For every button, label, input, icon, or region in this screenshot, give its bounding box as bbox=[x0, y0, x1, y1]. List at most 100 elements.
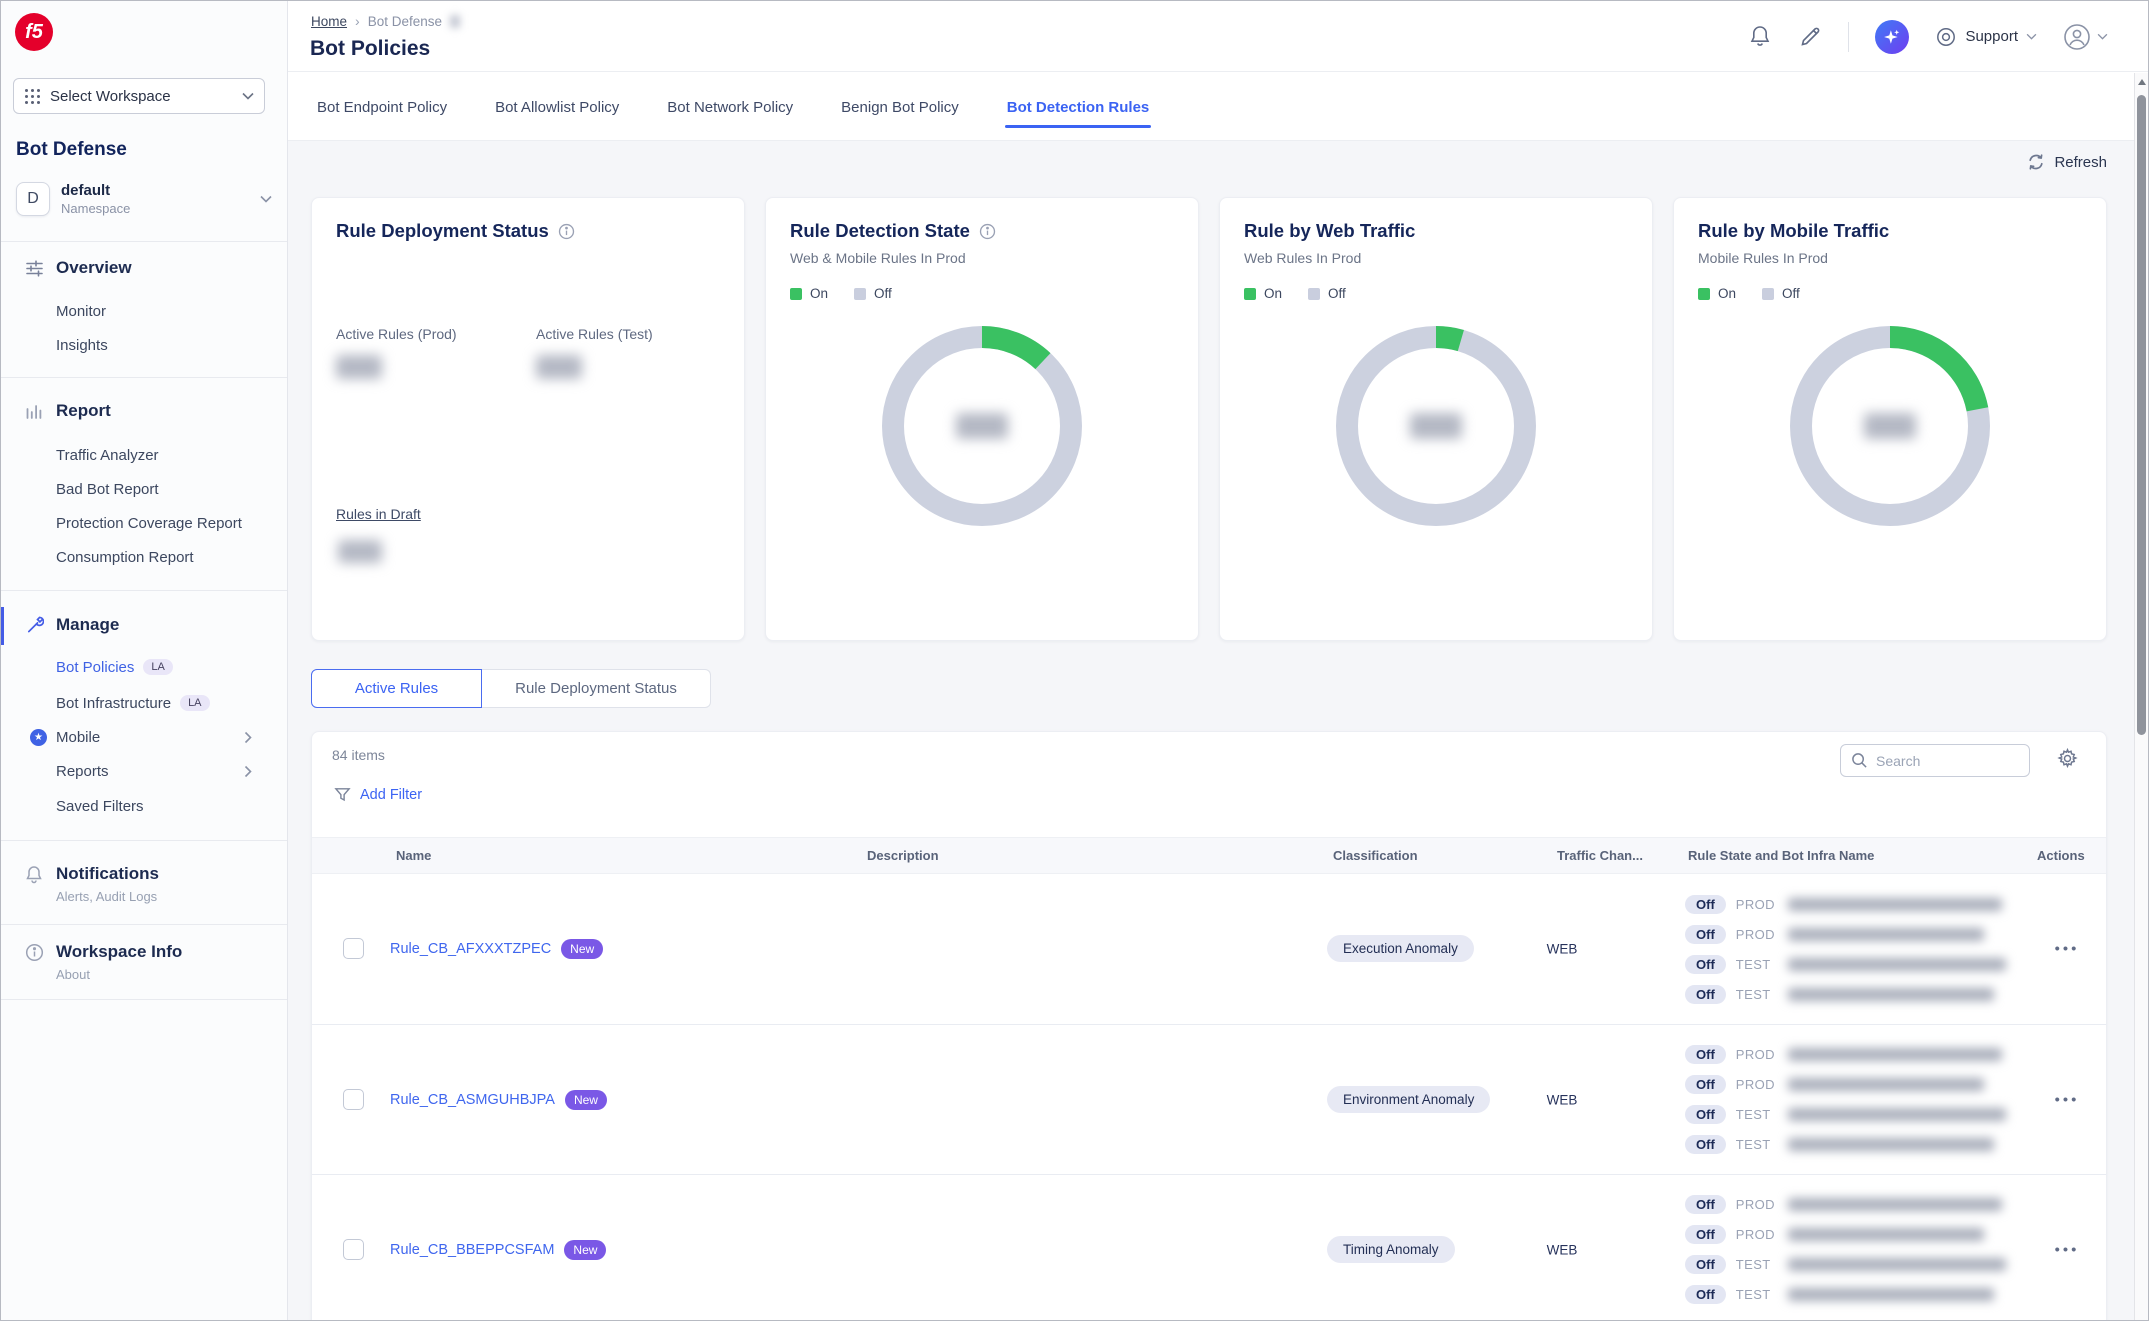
rule-name-link[interactable]: Rule_CB_BBEPPCSFAM bbox=[390, 1242, 554, 1258]
breadcrumb-separator: › bbox=[355, 13, 360, 29]
view-switch-active-rules[interactable]: Active Rules bbox=[311, 669, 482, 708]
rule-state-list: OffPROD OffPROD OffTEST OffTEST bbox=[1685, 889, 2006, 1009]
legend-on-label: On bbox=[1264, 286, 1282, 301]
sidebar-item-reports[interactable]: Reports bbox=[56, 754, 109, 788]
sidebar-item-bot-policies[interactable]: Bot Policies LA bbox=[56, 650, 173, 684]
column-header-description[interactable]: Description bbox=[867, 848, 939, 863]
support-label: Support bbox=[1965, 28, 2018, 45]
sidebar-item-label: Monitor bbox=[56, 303, 106, 320]
sidebar-item-bot-infrastructure[interactable]: Bot Infrastructure LA bbox=[56, 686, 210, 720]
chevron-down-icon bbox=[2026, 33, 2037, 40]
donut-chart bbox=[1788, 324, 1992, 528]
metric-label: Active Rules (Test) bbox=[536, 326, 653, 342]
infra-name-redacted bbox=[1788, 1138, 1994, 1151]
table-settings-gear-icon[interactable] bbox=[2057, 748, 2078, 769]
sidebar-item-saved-filters[interactable]: Saved Filters bbox=[56, 789, 144, 823]
scrollbar-thumb[interactable] bbox=[2137, 95, 2146, 735]
row-actions-menu[interactable]: ••• bbox=[2032, 1241, 2102, 1258]
support-menu[interactable]: Support bbox=[1935, 26, 2037, 48]
state-pill: Off bbox=[1685, 955, 1726, 974]
search-input[interactable] bbox=[1876, 753, 2006, 769]
row-checkbox[interactable] bbox=[343, 1089, 364, 1110]
breadcrumb-current: Bot Defense bbox=[368, 14, 442, 29]
rule-name-link[interactable]: Rule_CB_ASMGUHBJPA bbox=[390, 1092, 555, 1108]
row-actions-menu[interactable]: ••• bbox=[2032, 941, 2102, 958]
donut-legend: On Off bbox=[790, 286, 892, 301]
sparkle-icon bbox=[1883, 28, 1901, 46]
tab-bot-detection-rules[interactable]: Bot Detection Rules bbox=[1005, 75, 1152, 138]
infra-name-redacted bbox=[1788, 958, 2006, 971]
infra-name-redacted bbox=[1788, 1198, 2002, 1211]
sidebar-item-insights[interactable]: Insights bbox=[56, 328, 108, 362]
manage-icon bbox=[24, 615, 44, 635]
column-header-classification[interactable]: Classification bbox=[1333, 848, 1418, 863]
tab-bot-allowlist-policy[interactable]: Bot Allowlist Policy bbox=[493, 75, 621, 138]
sidebar-item-consumption-report[interactable]: Consumption Report bbox=[56, 540, 194, 574]
info-icon[interactable] bbox=[558, 223, 575, 240]
legend-off-label: Off bbox=[1328, 286, 1346, 301]
add-filter-button[interactable]: Add Filter bbox=[334, 786, 422, 803]
tab-bot-network-policy[interactable]: Bot Network Policy bbox=[665, 75, 795, 138]
state-pill: Off bbox=[1685, 1255, 1726, 1274]
scrollbar-up-arrow-icon[interactable] bbox=[2138, 79, 2146, 85]
state-pill: Off bbox=[1685, 1045, 1726, 1064]
vertical-scrollbar[interactable] bbox=[2134, 73, 2148, 1320]
state-pill: Off bbox=[1685, 1135, 1726, 1154]
env-label: TEST bbox=[1736, 1287, 1778, 1302]
row-actions-menu[interactable]: ••• bbox=[2032, 1091, 2102, 1108]
user-menu[interactable] bbox=[2063, 23, 2108, 51]
column-header-name[interactable]: Name bbox=[396, 848, 431, 863]
sidebar-item-label: Bot Policies bbox=[56, 659, 134, 676]
env-label: PROD bbox=[1736, 1047, 1778, 1062]
sidebar-section-workspace-info[interactable]: Workspace Info bbox=[1, 934, 287, 970]
theme-brush-icon[interactable] bbox=[1798, 25, 1822, 49]
f5-logo-icon: f5 bbox=[15, 13, 53, 51]
donut-center-value-redacted bbox=[1410, 413, 1462, 439]
avatar-icon bbox=[2063, 23, 2091, 51]
row-checkbox[interactable] bbox=[343, 938, 364, 959]
ai-assistant-button[interactable] bbox=[1875, 20, 1909, 54]
info-icon[interactable] bbox=[979, 223, 996, 240]
infra-name-redacted bbox=[1788, 1228, 1984, 1241]
sidebar-item-protection-coverage-report[interactable]: Protection Coverage Report bbox=[56, 506, 242, 540]
sidebar-item-traffic-analyzer[interactable]: Traffic Analyzer bbox=[56, 438, 159, 472]
namespace-initial: D bbox=[16, 182, 50, 216]
sidebar-section-notifications[interactable]: Notifications bbox=[1, 856, 287, 892]
env-label: PROD bbox=[1736, 897, 1778, 912]
workspace-selector[interactable]: Select Workspace bbox=[13, 78, 265, 114]
column-header-rule-state[interactable]: Rule State and Bot Infra Name bbox=[1688, 848, 1874, 863]
chevron-down-icon bbox=[260, 195, 272, 203]
star-icon: ★ bbox=[30, 729, 47, 746]
sidebar-item-mobile[interactable]: ★ Mobile bbox=[30, 720, 100, 754]
refresh-button[interactable]: Refresh bbox=[2027, 153, 2107, 171]
sidebar-section-manage[interactable]: Manage bbox=[1, 607, 287, 643]
legend-on-label: On bbox=[810, 286, 828, 301]
chevron-down-icon bbox=[242, 92, 254, 100]
tab-benign-bot-policy[interactable]: Benign Bot Policy bbox=[839, 75, 961, 138]
notifications-bell-icon[interactable] bbox=[1748, 24, 1772, 49]
breadcrumb-home-link[interactable]: Home bbox=[311, 14, 347, 29]
env-label: TEST bbox=[1736, 1137, 1778, 1152]
infra-name-redacted bbox=[1788, 928, 1984, 941]
card-title: Rule by Web Traffic bbox=[1244, 220, 1415, 242]
sidebar-section-report[interactable]: Report bbox=[1, 393, 287, 429]
rule-name-link[interactable]: Rule_CB_AFXXXTZPEC bbox=[390, 941, 551, 957]
namespace-selector[interactable]: D default Namespace bbox=[16, 177, 272, 221]
search-box[interactable] bbox=[1840, 744, 2030, 777]
sidebar-item-monitor[interactable]: Monitor bbox=[56, 294, 106, 328]
legend-on-swatch bbox=[1244, 288, 1256, 300]
legend-on-swatch bbox=[790, 288, 802, 300]
sidebar-item-bad-bot-report[interactable]: Bad Bot Report bbox=[56, 472, 159, 506]
tab-bot-endpoint-policy[interactable]: Bot Endpoint Policy bbox=[315, 75, 449, 138]
sidebar-item-label: Mobile bbox=[56, 729, 100, 746]
infra-name-redacted bbox=[1788, 1108, 2006, 1121]
sidebar-section-title: Workspace Info bbox=[56, 942, 182, 962]
env-label: TEST bbox=[1736, 987, 1778, 1002]
divider bbox=[1, 999, 287, 1000]
rules-in-draft-link[interactable]: Rules in Draft bbox=[336, 506, 421, 522]
sidebar-section-overview[interactable]: Overview bbox=[1, 250, 287, 286]
state-pill: Off bbox=[1685, 1195, 1726, 1214]
view-switch-rule-deployment-status[interactable]: Rule Deployment Status bbox=[482, 669, 711, 708]
row-checkbox[interactable] bbox=[343, 1239, 364, 1260]
column-header-traffic-channel[interactable]: Traffic Chan... bbox=[1557, 848, 1643, 863]
